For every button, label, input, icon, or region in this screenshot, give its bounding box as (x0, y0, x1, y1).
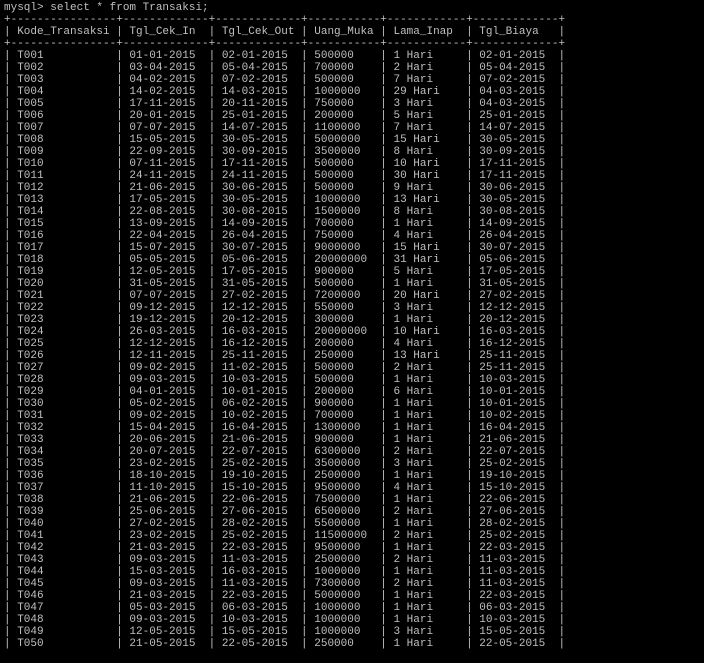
result-table: +----------------+-------------+--------… (4, 14, 700, 650)
sql-query: select * from Transaksi; (50, 2, 208, 14)
mysql-prompt: mysql> (4, 2, 50, 14)
terminal-output[interactable]: mysql> select * from Transaksi; +-------… (0, 0, 704, 652)
